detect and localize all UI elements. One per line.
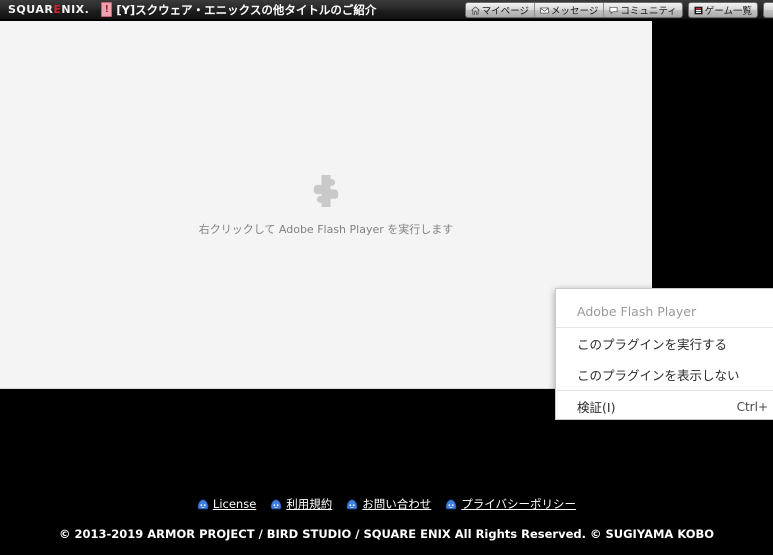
footer-link-contact-label: お問い合わせ [362, 496, 431, 512]
footer-link-contact[interactable]: お問い合わせ [346, 496, 431, 512]
game-list-icon [694, 6, 703, 15]
copyright-text: © 2013-2019 ARMOR PROJECT / BIRD STUDIO … [0, 527, 773, 541]
page-title-group: ! [Y]スクウェア・エニックスの他タイトルのご紹介 [101, 2, 376, 18]
context-menu-item-hide-plugin[interactable]: このプラグインを表示しない [556, 359, 773, 390]
footer-link-privacy[interactable]: プライバシーポリシー [445, 496, 576, 512]
footer-link-terms[interactable]: 利用規約 [270, 496, 332, 512]
flash-plugin-message: 右クリックして Adobe Flash Player を実行します [199, 221, 454, 237]
nav-overflow-button[interactable] [763, 2, 773, 18]
nav-mypage-label: マイページ [482, 3, 529, 17]
slime-icon [270, 499, 282, 510]
nav-message-button[interactable]: メッセージ [535, 3, 604, 17]
context-menu-item-inspect[interactable]: 検証(I) Ctrl+ [556, 391, 773, 420]
nav-message-label: メッセージ [551, 3, 598, 17]
context-menu-item-hide-plugin-label: このプラグインを表示しない [577, 365, 768, 384]
slime-icon [197, 499, 209, 510]
nav-mypage-button[interactable]: マイページ [466, 3, 535, 17]
slime-icon [346, 499, 358, 510]
square-enix-header-bar: SQUARENIX. ! [Y]スクウェア・エニックスの他タイトルのご紹介 マイ… [0, 0, 773, 20]
nav-gamelist-group: ゲーム一覧 [688, 2, 758, 18]
mail-icon [540, 6, 549, 15]
nav-gamelist-button[interactable]: ゲーム一覧 [689, 3, 757, 17]
footer-link-license-label: License [213, 497, 256, 511]
logo-accent-letter: E [53, 3, 61, 16]
home-icon [471, 6, 480, 15]
footer-link-privacy-label: プライバシーポリシー [461, 496, 576, 512]
context-menu-item-run-plugin[interactable]: このプラグインを実行する [556, 328, 773, 359]
browser-page: SQUARENIX. ! [Y]スクウェア・エニックスの他タイトルのご紹介 マイ… [0, 0, 773, 555]
footer-link-terms-label: 利用規約 [286, 496, 332, 512]
footer-link-license[interactable]: License [197, 497, 256, 511]
context-menu-item-inspect-shortcut: Ctrl+ [737, 400, 768, 414]
chat-icon [609, 6, 618, 15]
context-menu-item-run-plugin-label: このプラグインを実行する [577, 334, 768, 353]
alert-badge-icon: ! [101, 2, 112, 17]
slime-icon [445, 499, 457, 510]
nav-button-group: マイページ メッセージ コミュニティ [465, 2, 683, 18]
nav-community-button[interactable]: コミュニティ [604, 3, 681, 17]
nav-gamelist-label: ゲーム一覧 [705, 3, 752, 17]
context-menu-item-inspect-label: 検証(I) [577, 397, 737, 416]
page-title: [Y]スクウェア・エニックスの他タイトルのご紹介 [116, 2, 376, 18]
context-menu: Adobe Flash Player このプラグインを実行する このプラグインを… [555, 288, 773, 420]
footer-link-row: License 利用規約 お問い合わせ プライバシーポリシー [0, 496, 773, 512]
header-nav: マイページ メッセージ コミュニティ [465, 0, 773, 20]
puzzle-piece-icon [307, 173, 345, 209]
context-menu-title: Adobe Flash Player [556, 295, 773, 327]
square-enix-logo[interactable]: SQUARENIX. [8, 3, 89, 16]
nav-community-label: コミュニティ [620, 3, 676, 17]
